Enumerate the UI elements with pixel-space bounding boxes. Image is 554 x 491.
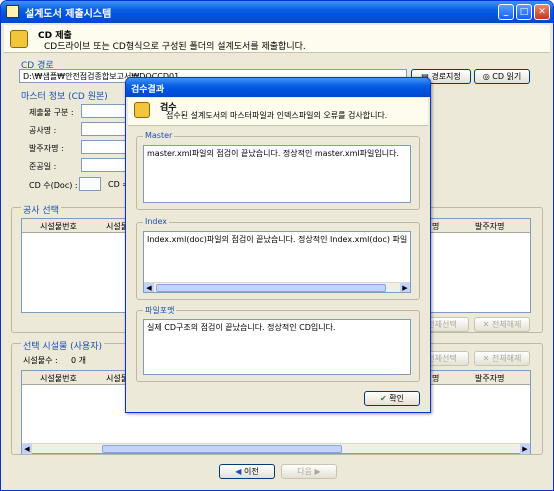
- format-result-label: 파일포맷: [143, 305, 177, 316]
- project-section: 공사 선택: [21, 203, 61, 216]
- scroll-left-icon[interactable]: ◀: [22, 444, 32, 454]
- set-path-label: 경로지정: [431, 72, 461, 81]
- index-result-group: Index Index.xml(doc)파일의 점검이 끝났습니다. 정상적인 …: [136, 217, 420, 300]
- index-hscroll[interactable]: ◀ ▶: [144, 282, 410, 292]
- project-name-field: [81, 122, 131, 136]
- cd-icon: ◎: [482, 72, 493, 81]
- type-field: [81, 104, 131, 118]
- close-button[interactable]: ✕: [534, 4, 550, 20]
- dialog-header: 검수 접수된 설계도서의 마스터파일과 인덱스파일의 오류를 검사합니다.: [128, 98, 428, 126]
- format-result-message: 실제 CD구조의 점검이 끝났습니다. 정상적인 CD입니다.: [147, 323, 336, 332]
- cd-folder-icon: [134, 102, 150, 118]
- next-button[interactable]: 다음 ▶: [281, 464, 337, 479]
- maximize-button[interactable]: □: [516, 4, 532, 20]
- check-icon: ✔: [380, 394, 390, 403]
- title-bar: 설계도서 제출시스템 _ □ ✕: [1, 1, 553, 23]
- format-result-text[interactable]: 실제 CD구조의 점검이 끝났습니다. 정상적인 CD입니다.: [143, 319, 411, 375]
- cross-icon: ✕: [482, 354, 492, 363]
- index-result-text[interactable]: Index.xml(doc)파일의 점검이 끝났습니다. 정상적인 Index.…: [143, 231, 411, 293]
- master-result-message: master.xml파일의 점검이 끝났습니다. 정상적인 master.xml…: [147, 149, 399, 158]
- master-section: 마스터 정보 (CD 원본): [21, 92, 108, 102]
- ok-button[interactable]: ✔ 확인: [364, 391, 420, 406]
- client-label: 발주자명 :: [29, 144, 64, 153]
- facility-count-value: 0 개: [71, 356, 86, 365]
- scroll-thumb[interactable]: [102, 445, 342, 453]
- type-label: 제출물 구분 :: [29, 108, 74, 117]
- col-facility-no: 시설물번호: [40, 222, 77, 231]
- page-header: CD 제출 CD드라이브 또는 CD형식으로 구성된 폴더의 설계도서를 제출합…: [4, 25, 550, 53]
- col-facility-no: 시설물번호: [40, 374, 77, 383]
- selected-deselect-all-button[interactable]: ✕ 전체해제: [474, 351, 530, 366]
- arrow-right-icon: ▶: [312, 467, 321, 476]
- result-dialog: 검수결과 검수 접수된 설계도서의 마스터파일과 인덱스파일의 오류를 검사합니…: [125, 77, 431, 413]
- index-result-label: Index: [143, 217, 170, 226]
- cd-doc-count-label: CD 수(Doc) :: [29, 181, 78, 190]
- index-result-message: Index.xml(doc)파일의 점검이 끝났습니다. 정상적인 Index.…: [147, 235, 408, 244]
- selected-grid-hscroll[interactable]: ◀ ▶: [22, 443, 530, 454]
- facility-count-label: 시설물수 :: [23, 356, 58, 365]
- app-icon: [6, 5, 19, 18]
- scroll-left-icon[interactable]: ◀: [144, 283, 154, 292]
- cd-doc-count-field: [79, 177, 101, 191]
- col-name: 명: [432, 222, 440, 231]
- project-name-label: 공사명 :: [29, 126, 57, 135]
- deselect-all-label: 전체해제: [491, 320, 522, 329]
- window-title: 설계도서 제출시스템: [25, 9, 112, 20]
- dialog-title: 검수결과: [126, 78, 430, 97]
- read-cd-label: CD 읽기: [492, 72, 522, 81]
- cd-folder-icon: [10, 30, 28, 48]
- scroll-right-icon[interactable]: ▶: [400, 283, 410, 292]
- col-name: 명: [432, 374, 440, 383]
- prev-button[interactable]: ◀ 이전: [219, 464, 275, 479]
- minimize-button[interactable]: _: [498, 4, 514, 20]
- page-subtitle: CD드라이브 또는 CD형식으로 구성된 폴더의 설계도서를 제출합니다.: [44, 42, 306, 52]
- scroll-right-icon[interactable]: ▶: [520, 444, 530, 454]
- arrow-left-icon: ◀: [235, 467, 244, 476]
- master-result-label: Master: [143, 131, 175, 140]
- main-window: 설계도서 제출시스템 _ □ ✕ CD 제출 CD드라이브 또는 CD형식으로 …: [0, 0, 554, 491]
- prev-label: 이전: [243, 467, 259, 476]
- scroll-thumb[interactable]: [156, 284, 386, 292]
- read-cd-button[interactable]: ◎ CD 읽기: [474, 69, 530, 84]
- completion-field: [81, 158, 131, 172]
- col-client: 발주자명: [475, 374, 505, 383]
- format-result-group: 파일포맷 실제 CD구조의 점검이 끝났습니다. 정상적인 CD입니다.: [136, 305, 420, 382]
- selected-select-all-label: 전체선택: [427, 354, 457, 363]
- client-field: [81, 140, 131, 154]
- next-label: 다음: [297, 467, 313, 476]
- completion-label: 준공일 :: [29, 162, 57, 171]
- col-client: 발주자명: [475, 222, 505, 231]
- deselect-all-button[interactable]: ✕ 전체해제: [474, 317, 530, 332]
- cross-icon: ✕: [482, 320, 492, 329]
- select-all-label: 전체선택: [427, 320, 457, 329]
- master-result-text[interactable]: master.xml파일의 점검이 끝났습니다. 정상적인 master.xml…: [143, 145, 411, 203]
- master-result-group: Master master.xml파일의 점검이 끝났습니다. 정상적인 mas…: [136, 131, 420, 210]
- selected-section: 선택 시설물 (사용자): [21, 339, 104, 352]
- dialog-subtitle: 접수된 설계도서의 마스터파일과 인덱스파일의 오류를 검사합니다.: [166, 111, 388, 120]
- ok-label: 확인: [389, 394, 404, 403]
- selected-deselect-all-label: 전체해제: [491, 354, 522, 363]
